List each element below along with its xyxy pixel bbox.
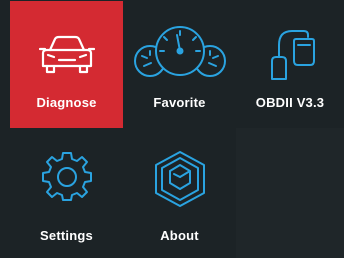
favorite-label: Favorite	[153, 95, 206, 110]
settings-label: Settings	[40, 228, 93, 243]
diagnose-label: Diagnose	[36, 95, 97, 110]
about-tile[interactable]: About	[123, 128, 236, 258]
car-icon	[38, 35, 95, 74]
obd-connector-icon	[271, 30, 315, 80]
diagnose-tile[interactable]: Diagnose	[10, 1, 123, 128]
gauges-icon	[133, 26, 226, 77]
about-label: About	[160, 228, 199, 243]
favorite-tile[interactable]: Favorite	[123, 1, 236, 128]
main-menu-screen: Diagnose Favorite OBDII V3.3 Settings Ab…	[0, 0, 344, 258]
settings-tile[interactable]: Settings	[10, 128, 123, 258]
empty-tile	[236, 128, 344, 258]
cube-logo-icon	[154, 151, 205, 207]
obdii-label: OBDII V3.3	[255, 95, 325, 110]
obdii-tile[interactable]: OBDII V3.3	[236, 1, 344, 128]
gear-icon	[41, 152, 92, 201]
